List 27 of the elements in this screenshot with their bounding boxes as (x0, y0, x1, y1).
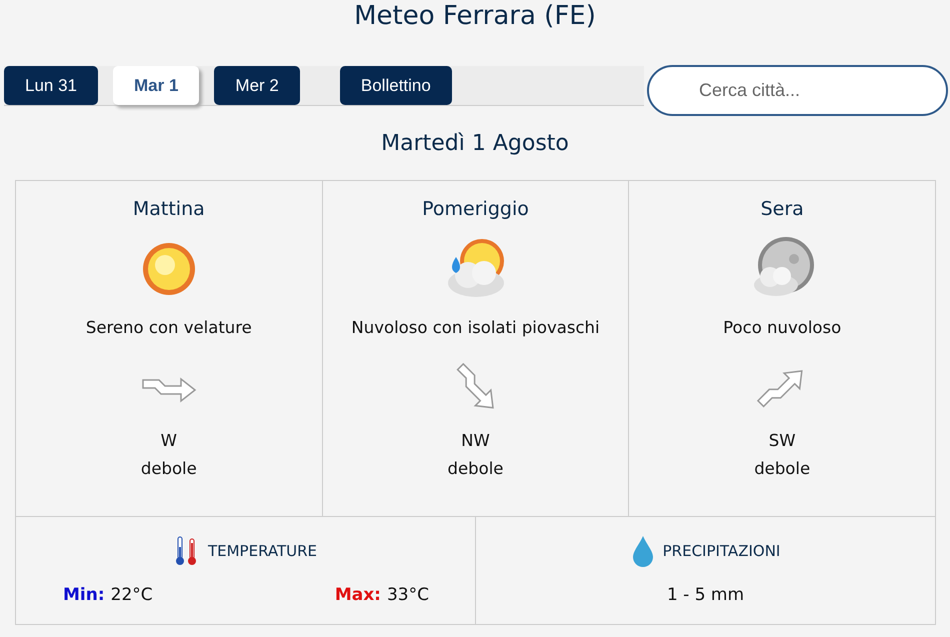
wind-strength: debole (140, 458, 198, 480)
max-label: Max: (334, 585, 381, 605)
page-title: Meteo Ferrara (FE) (353, 0, 597, 32)
water-drop-icon (630, 535, 655, 567)
precipitation-heading: PRECIPITAZIONI (662, 540, 780, 562)
sky-description: Poco nuvoloso (722, 317, 842, 339)
period-name: Pomeriggio (421, 197, 530, 221)
max-temperature: 33°C (386, 585, 429, 605)
wind-strength: debole (753, 458, 812, 480)
day-tab[interactable]: Mar 1 (113, 66, 200, 105)
period-name: Mattina (132, 197, 206, 221)
temperature-heading: TEMPERATURE (208, 540, 318, 562)
day-tab[interactable]: Mer 2 (214, 66, 300, 105)
day-tab[interactable]: Lun 31 (4, 66, 98, 105)
wind-direction: NW (460, 430, 491, 452)
bulletin-button[interactable]: Bollettino (340, 66, 452, 105)
search-field[interactable]: Cerca città... (647, 65, 948, 116)
period-name: Sera (760, 197, 805, 221)
wind-direction: W (160, 430, 178, 452)
min-label: Min: (63, 585, 105, 605)
min-temperature: 22°C (110, 585, 153, 605)
day-title: Martedì 1 Agosto (380, 130, 570, 158)
wind-strength: debole (446, 458, 504, 480)
precipitation-amount: 1 - 5 mm (666, 585, 744, 605)
sky-description: Sereno con velature (84, 317, 253, 339)
sky-description: Nuvoloso con isolati piovaschi (350, 317, 601, 339)
wind-direction: SW (768, 430, 797, 452)
